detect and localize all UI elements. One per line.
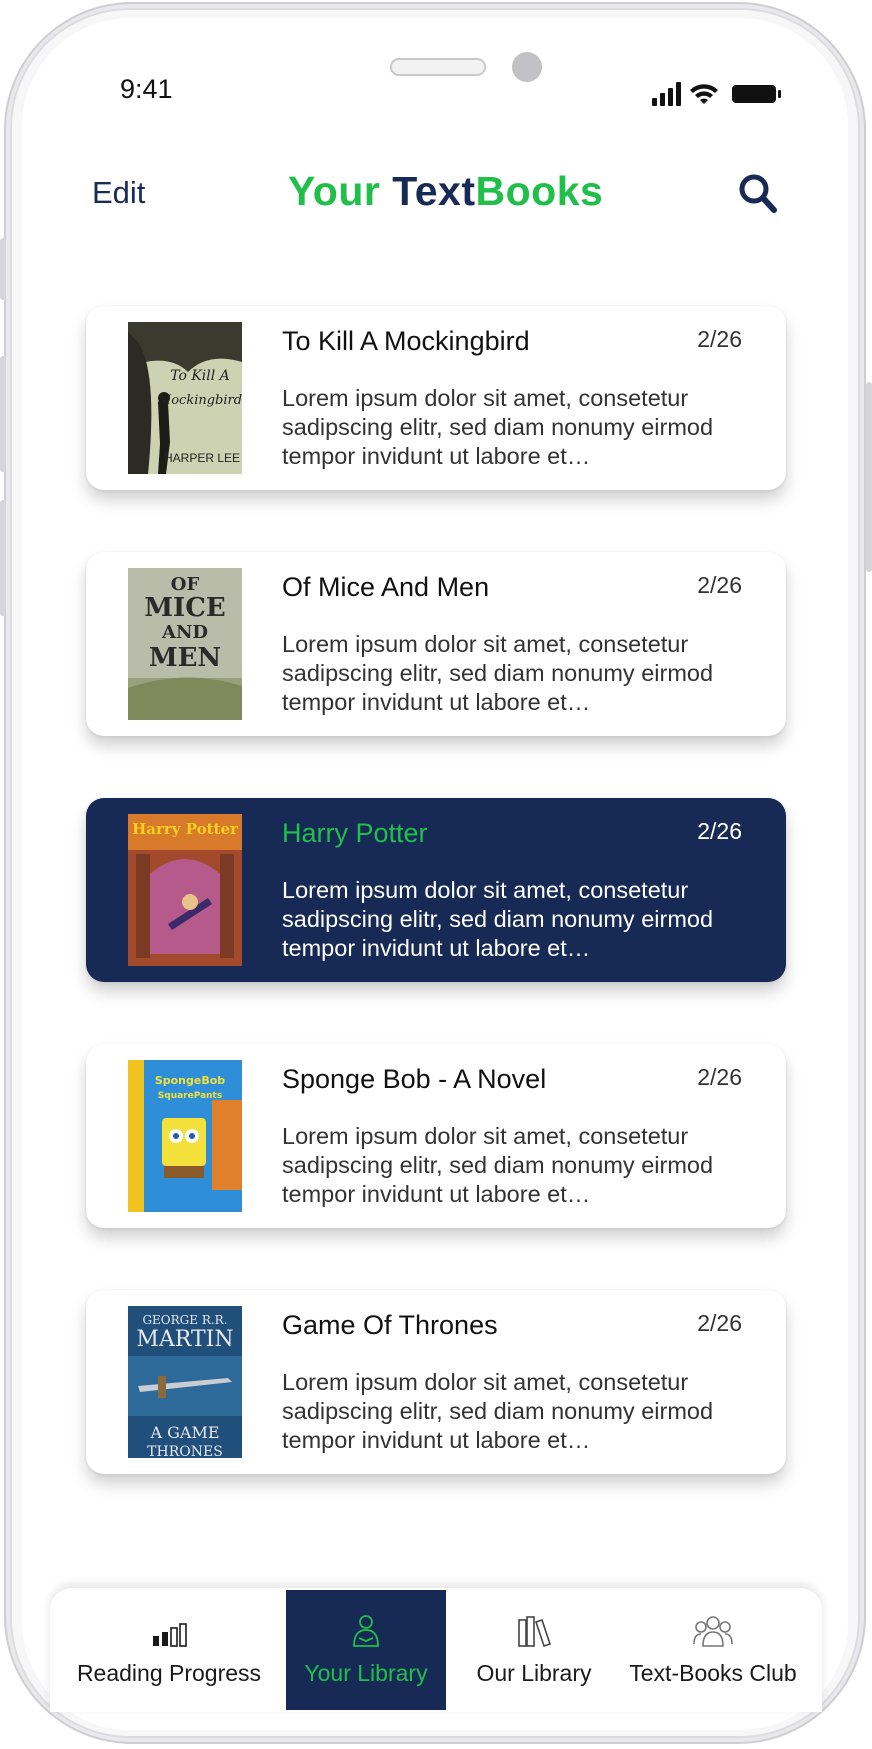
book-progress-count: 2/26 [697, 326, 742, 352]
cover-title-harry-potter: Harry Potter [132, 820, 239, 838]
title-word-books: Books [475, 168, 604, 214]
book-cover-sponge-bob: SpongeBob SquarePants [128, 1060, 242, 1212]
svg-text:OF: OF [171, 574, 200, 595]
book-title: Sponge Bob - A Novel [282, 1064, 547, 1094]
book-title: Harry Potter [282, 818, 428, 848]
search-icon[interactable] [736, 172, 780, 216]
book-card-mockingbird[interactable]: To Kill A Mockingbird HARPER LEE To Kill… [86, 306, 786, 490]
nav-label: Text-Books Club [629, 1660, 797, 1686]
cover-author-mockingbird: HARPER LEE [164, 451, 240, 465]
book-description: Lorem ipsum dolor sit amet, consetetur s… [282, 1123, 714, 1207]
svg-text:THRONES: THRONES [147, 1444, 223, 1458]
book-description: Lorem ipsum dolor sit amet, consetetur s… [282, 877, 714, 961]
book-title: Of Mice And Men [282, 572, 490, 602]
edit-button[interactable]: Edit [92, 175, 145, 211]
book-description: Lorem ipsum dolor sit amet, consetetur s… [282, 631, 714, 715]
power-button [866, 382, 872, 572]
mute-switch [0, 238, 6, 300]
book-card-harry-potter[interactable]: Harry Potter Harry Potter 2/26 Lorem ips… [86, 798, 786, 982]
bottom-nav: Reading Progress Your Library Our Librar… [50, 1588, 822, 1712]
bar-chart-icon [153, 1623, 187, 1647]
svg-text:SpongeBob: SpongeBob [155, 1074, 225, 1087]
nav-label: Your Library [304, 1660, 428, 1686]
wifi-icon [690, 84, 718, 104]
svg-text:AND: AND [161, 622, 208, 643]
cellular-signal-icon [652, 82, 681, 106]
book-cover-game-of-thrones: GEORGE R.R. MARTIN A GAME THRONES [128, 1306, 242, 1458]
svg-text:MEN: MEN [149, 643, 221, 673]
nav-item-our-library[interactable]: Our Library [454, 1590, 614, 1710]
nav-item-reading-progress[interactable]: Reading Progress [74, 1590, 264, 1710]
book-cover-harry-potter: Harry Potter [128, 814, 242, 966]
group-icon [693, 1616, 733, 1647]
nav-item-text-books-club[interactable]: Text-Books Club [618, 1590, 808, 1710]
earpiece-speaker [390, 58, 486, 76]
svg-text:Mockingbird: Mockingbird [157, 393, 242, 408]
front-camera [512, 52, 542, 82]
svg-text:To Kill A: To Kill A [170, 368, 230, 384]
battery-icon [732, 85, 781, 103]
book-progress-count: 2/26 [697, 1064, 742, 1090]
book-cover-mice-and-men: OF MICE AND MEN [128, 568, 242, 720]
svg-text:GEORGE R.R.: GEORGE R.R. [142, 1313, 227, 1327]
books-icon [518, 1616, 552, 1648]
book-progress-count: 2/26 [697, 1310, 742, 1336]
book-title: Game Of Thrones [282, 1310, 498, 1340]
nav-item-your-library[interactable]: Your Library [286, 1590, 446, 1710]
title-word-your: Your [288, 168, 393, 214]
book-progress-count: 2/26 [697, 818, 742, 844]
volume-down-button [0, 500, 6, 616]
nav-label: Reading Progress [76, 1660, 262, 1686]
svg-text:MARTIN: MARTIN [136, 1327, 233, 1352]
reader-person-icon [353, 1615, 379, 1647]
volume-up-button [0, 356, 6, 472]
book-card-game-of-thrones[interactable]: GEORGE R.R. MARTIN A GAME THRONES Game O… [86, 1290, 786, 1474]
nav-label: Our Library [476, 1660, 592, 1686]
svg-text:MICE: MICE [144, 593, 225, 623]
book-description: Lorem ipsum dolor sit amet, consetetur s… [282, 1369, 714, 1453]
book-card-sponge-bob[interactable]: SpongeBob SquarePants Sponge Bob - A Nov… [86, 1044, 786, 1228]
status-icons [652, 82, 781, 106]
book-title: To Kill A Mockingbird [282, 326, 530, 356]
page-title: Your TextBooks [288, 168, 603, 215]
book-cover-mockingbird: To Kill A Mockingbird HARPER LEE [128, 322, 242, 474]
svg-text:A GAME: A GAME [149, 1423, 219, 1442]
book-card-mice-and-men[interactable]: OF MICE AND MEN Of Mice And Men 2/26 Lor… [86, 552, 786, 736]
title-word-text: Text [392, 168, 476, 214]
book-description: Lorem ipsum dolor sit amet, consetetur s… [282, 385, 714, 469]
status-time: 9:41 [120, 74, 173, 104]
svg-text:SquarePants: SquarePants [158, 1091, 222, 1101]
book-progress-count: 2/26 [697, 572, 742, 598]
